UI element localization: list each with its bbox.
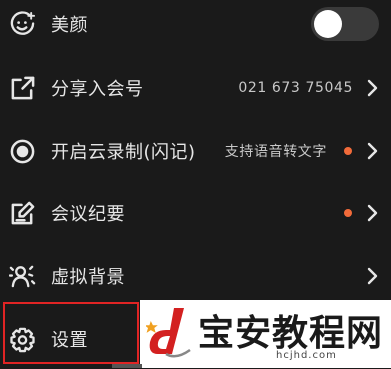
cloud-record-label: 开启云录制(闪记) (51, 142, 196, 163)
record-icon (9, 138, 36, 165)
menu-item-minutes[interactable]: 会议纪要 (0, 183, 391, 243)
new-badge-dot (344, 147, 352, 155)
chevron-right-icon (367, 267, 378, 285)
chevron-right-icon (367, 204, 378, 222)
virtual-background-icon (9, 263, 36, 290)
watermark-title: 宝安教程网 (198, 312, 384, 354)
edit-note-icon (9, 200, 36, 227)
watermark-logo (146, 308, 191, 358)
minutes-label: 会议纪要 (51, 204, 125, 225)
virtual-background-label: 虚拟背景 (51, 267, 125, 288)
watermark-overlay: 宝安教程网 hcjhd.com (140, 300, 391, 368)
share-external-icon (9, 75, 36, 102)
beauty-toggle[interactable] (311, 7, 379, 41)
smiley-icon (9, 10, 36, 38)
beauty-label: 美颜 (51, 15, 88, 36)
share-join-label: 分享入会号 (51, 79, 144, 100)
menu-item-share-join[interactable]: 分享入会号 021 673 75045 (0, 58, 391, 118)
watermark-url: hcjhd.com (276, 350, 337, 361)
new-badge-dot (344, 209, 352, 217)
menu-item-virtual-background[interactable]: 虚拟背景 (0, 246, 391, 306)
cloud-record-hint: 支持语音转文字 (224, 144, 327, 160)
menu-item-beauty[interactable]: 美颜 (0, 0, 391, 54)
meeting-number: 021 673 75045 (238, 80, 353, 96)
menu-item-cloud-record[interactable]: 开启云录制(闪记) 支持语音转文字 (0, 121, 391, 181)
toggle-knob (314, 10, 342, 38)
settings-highlight-frame (3, 302, 139, 364)
chevron-right-icon (367, 142, 378, 160)
chevron-right-icon (367, 79, 378, 97)
bottom-divider (112, 364, 142, 368)
